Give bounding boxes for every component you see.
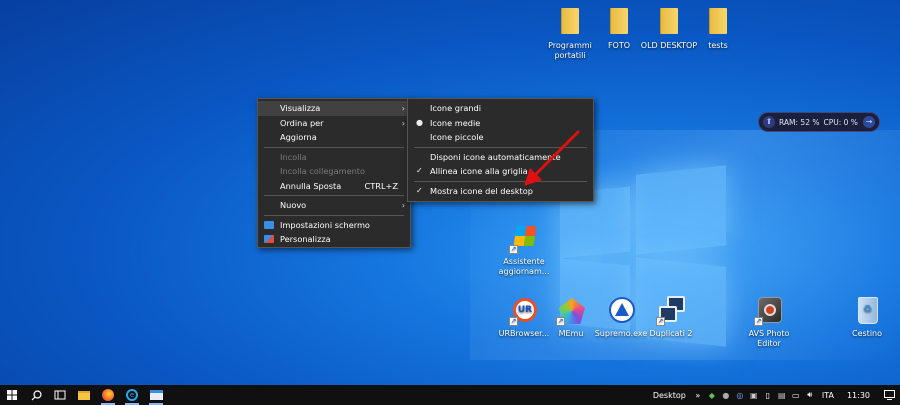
language-indicator[interactable]: ITA: [817, 391, 839, 400]
ram-usage: RAM: 52 %: [779, 117, 820, 127]
system-tray: Desktop » ◆ ● ◎ ▣ ▯ ▤ ▭ 🔊︎ ITA 11:30: [648, 385, 900, 405]
menu-item-label: Annulla Sposta: [280, 180, 342, 191]
network-icon[interactable]: ▭: [789, 385, 803, 405]
desktop-icon-cestino[interactable]: ♻ Cestino: [836, 296, 898, 339]
desktop-icon-tests[interactable]: tests: [687, 8, 749, 51]
desktop-icon-avs-photo-editor[interactable]: ↗ AVS Photo Editor: [738, 296, 800, 349]
menu-item-label: Nuovo: [280, 200, 307, 210]
recycle-bin-icon: ♻: [852, 296, 882, 326]
folder-icon: [604, 8, 634, 38]
desktop-icon-assistente-aggiornamento[interactable]: ↗ Assistente aggiornam...: [493, 224, 555, 277]
annotation-arrow-icon: [524, 130, 580, 186]
folder-icon: [555, 8, 585, 38]
windows-start-icon: [7, 390, 17, 400]
desktop-icon-label: Duplicati 2: [649, 329, 693, 338]
tray-app-icon[interactable]: ▤: [775, 385, 789, 405]
submenu-item-icone-grandi[interactable]: Icone grandi: [408, 101, 593, 116]
tray-app-icon[interactable]: ●: [719, 385, 733, 405]
menu-item-personalizza[interactable]: Personalizza: [258, 232, 410, 247]
arrow-right-icon[interactable]: →: [863, 116, 875, 128]
desktop-icon-label: tests: [708, 41, 728, 50]
chevron-right-icon: ›: [401, 117, 405, 128]
chevron-right-icon: ›: [401, 103, 405, 113]
tray-sync-icon[interactable]: ◎: [733, 385, 747, 405]
desktop-icon-label: Assistente aggiornam...: [498, 257, 550, 276]
file-explorer-icon: [78, 390, 90, 400]
notification-icon: [883, 390, 895, 400]
desktop-context-menu: Visualizza › Ordina per › Aggiorna Incol…: [257, 98, 411, 248]
taskbar-edge[interactable]: e: [120, 385, 144, 405]
duplicati-icon: ↗: [656, 296, 686, 326]
tray-app-icon[interactable]: ▣: [747, 385, 761, 405]
volume-icon[interactable]: 🔊︎: [803, 385, 817, 405]
menu-item-label: Incolla: [280, 151, 307, 162]
checkmark-icon: ✓: [416, 185, 423, 195]
cpu-usage: CPU: 0 %: [823, 117, 858, 127]
system-monitor-widget[interactable]: ⬆ RAM: 52 % CPU: 0 % →: [758, 112, 880, 132]
clock[interactable]: 11:30: [839, 391, 878, 400]
taskbar-app[interactable]: [144, 385, 168, 405]
menu-separator: [264, 195, 404, 196]
menu-item-incolla: Incolla: [258, 150, 410, 165]
desktop[interactable]: Programmi portatili FOTO OLD DESKTOP tes…: [0, 0, 900, 385]
tray-defender-icon[interactable]: ◆: [705, 385, 719, 405]
search-icon: [31, 389, 42, 400]
app-window-icon: [149, 390, 163, 400]
task-view-icon: [54, 390, 66, 400]
notification-center-button[interactable]: [878, 385, 900, 405]
edge-icon: e: [126, 389, 138, 401]
windows-logo-pane: [636, 165, 726, 255]
radio-dot-icon: ●: [416, 117, 423, 127]
start-button[interactable]: [0, 385, 24, 405]
menu-item-label: Aggiorna: [280, 132, 317, 142]
personalize-icon: [264, 235, 274, 243]
menu-item-impostazioni-schermo[interactable]: Impostazioni schermo: [258, 218, 410, 233]
tray-expand-icon[interactable]: »: [691, 385, 705, 405]
menu-item-ordina-per[interactable]: Ordina per ›: [258, 116, 410, 131]
task-view-button[interactable]: [48, 385, 72, 405]
chevron-right-icon: ›: [401, 200, 405, 210]
menu-item-shortcut: CTRL+Z: [364, 180, 398, 191]
taskbar: e Desktop » ◆ ● ◎ ▣ ▯ ▤ ▭ 🔊︎ ITA 11:30: [0, 385, 900, 405]
menu-item-visualizza[interactable]: Visualizza ›: [258, 101, 410, 116]
menu-item-label: Allinea icone alla griglia: [430, 166, 528, 176]
desktop-toolbar-label[interactable]: Desktop: [648, 391, 691, 400]
folder-icon: [654, 8, 684, 38]
taskbar-firefox[interactable]: [96, 385, 120, 405]
menu-item-label: Mostra icone del desktop: [430, 185, 533, 196]
display-settings-icon: [264, 220, 274, 229]
menu-item-label: Ordina per: [280, 117, 324, 128]
firefox-icon: [102, 389, 114, 401]
menu-item-aggiorna[interactable]: Aggiorna: [258, 130, 410, 145]
search-button[interactable]: [24, 385, 48, 405]
avs-photo-editor-icon: ↗: [754, 296, 784, 326]
menu-item-label: Visualizza: [280, 103, 321, 113]
menu-item-incolla-collegamento: Incolla collegamento: [258, 164, 410, 179]
menu-item-label: Icone piccole: [430, 132, 484, 142]
taskbar-file-explorer[interactable]: [72, 385, 96, 405]
desktop-icon-label: AVS Photo Editor: [748, 329, 790, 348]
menu-item-label: Icone medie: [430, 117, 481, 128]
desktop-icon-duplicati[interactable]: ↗ Duplicati 2: [640, 296, 702, 339]
desktop-icon-label: Cestino: [852, 329, 882, 338]
menu-item-label: Impostazioni schermo: [280, 219, 370, 230]
menu-item-label: Icone grandi: [430, 103, 481, 113]
folder-icon: [703, 8, 733, 38]
menu-item-annulla-sposta[interactable]: Annulla Sposta CTRL+Z: [258, 179, 410, 194]
memu-icon: ↗: [556, 296, 586, 326]
tray-usb-icon[interactable]: ▯: [761, 385, 775, 405]
menu-separator: [264, 146, 404, 148]
windows-update-assistant-icon: ↗: [509, 224, 539, 254]
urbrowser-icon: UR ↗: [509, 296, 539, 326]
menu-item-label: Incolla collegamento: [280, 166, 366, 176]
menu-item-nuovo[interactable]: Nuovo ›: [258, 198, 410, 213]
menu-item-label: Personalizza: [280, 234, 331, 244]
checkmark-icon: ✓: [416, 166, 423, 175]
rocket-icon: ⬆: [763, 116, 775, 128]
menu-separator: [264, 214, 404, 216]
supremo-icon: [606, 296, 636, 326]
